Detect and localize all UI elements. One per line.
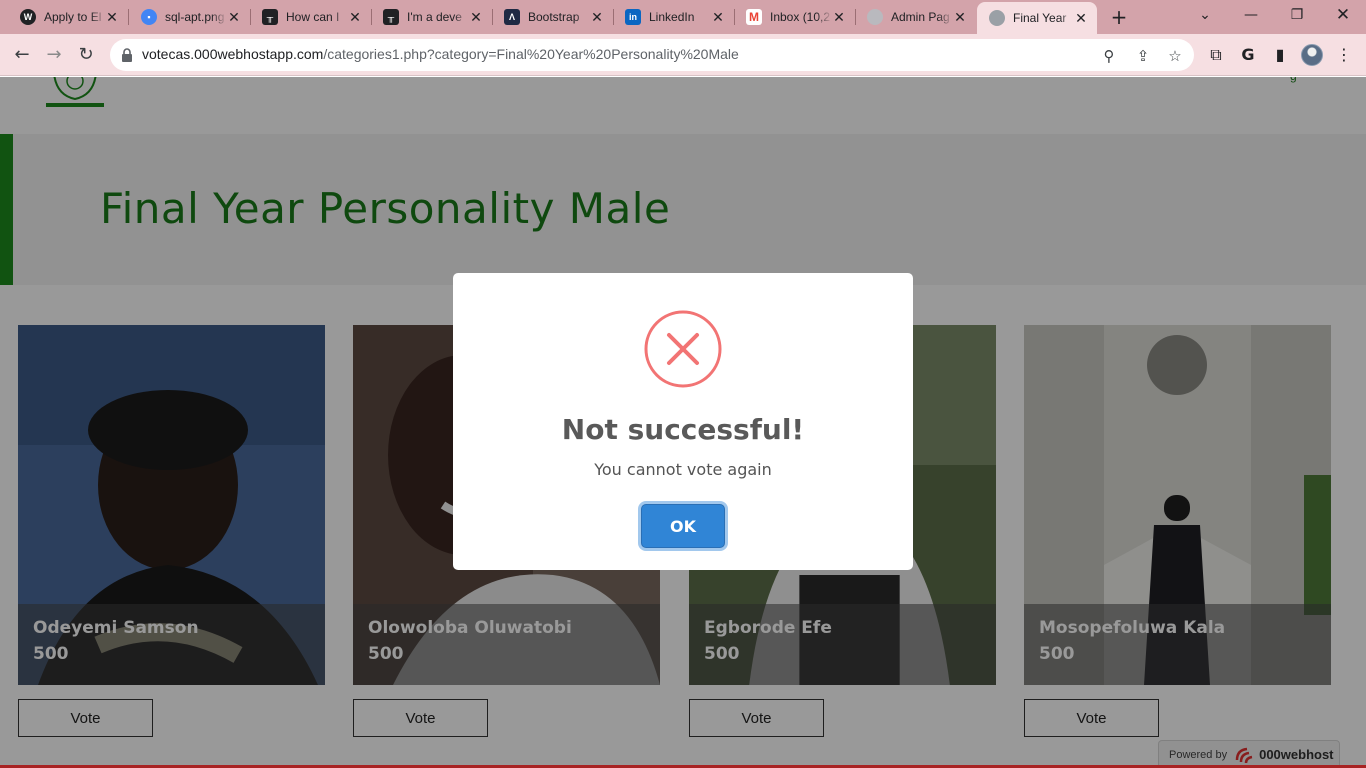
tab-title: sql-apt.png — [165, 10, 225, 24]
wordpress-icon: W — [20, 9, 36, 25]
new-tab-plus-icon[interactable]: + — [1108, 6, 1130, 28]
browser-tab[interactable]: ╥ How can I ✕ — [250, 4, 372, 30]
close-icon[interactable]: ✕ — [710, 9, 726, 25]
profile-avatar[interactable] — [1301, 44, 1323, 66]
extensions-puzzle-icon[interactable]: ⧉ — [1206, 45, 1226, 65]
bookmark-star-icon[interactable]: ☆ — [1166, 47, 1184, 65]
minimize-icon[interactable]: — — [1238, 4, 1264, 26]
tab-title: Bootstrap — [528, 10, 580, 24]
browser-tab[interactable]: Admin Pag ✕ — [855, 4, 976, 30]
browser-tab[interactable]: W Apply to El ✕ — [8, 4, 129, 30]
browser-tab[interactable]: ▪ sql-apt.png ✕ — [129, 4, 251, 30]
dialog-title: Not successful! — [561, 413, 805, 446]
tab-title: Apply to El — [44, 10, 102, 24]
bootstrap-icon: Λ — [504, 9, 520, 25]
close-icon[interactable]: ✕ — [589, 9, 605, 25]
tab-title: How can I — [286, 10, 340, 24]
reload-icon[interactable]: ↻ — [73, 42, 99, 68]
linkedin-icon: in — [625, 9, 641, 25]
browser-tab[interactable]: M Inbox (10,2 ✕ — [734, 4, 856, 30]
side-panel-icon[interactable]: ▮ — [1270, 45, 1290, 65]
page: g Final Year Personality Male Odeyemi Sa… — [0, 77, 1366, 768]
alert-dialog: Not successful! You cannot vote again OK — [453, 273, 913, 570]
globe-icon — [989, 10, 1005, 26]
image-file-icon: ▪ — [141, 9, 157, 25]
close-icon[interactable]: ✕ — [347, 9, 363, 25]
error-x-icon — [644, 310, 722, 388]
close-icon[interactable]: ✕ — [468, 9, 484, 25]
address-bar[interactable]: votecas.000webhostapp.com/categories1.ph… — [110, 39, 1194, 71]
back-arrow-icon[interactable]: ← — [9, 42, 35, 68]
dialog-message: You cannot vote again — [594, 460, 772, 479]
restore-icon[interactable]: ❐ — [1284, 4, 1310, 26]
tab-title: Final Year — [1013, 11, 1067, 25]
close-window-icon[interactable]: ✕ — [1330, 4, 1356, 26]
grammarly-g-icon[interactable]: G — [1238, 45, 1258, 65]
forward-arrow-icon[interactable]: → — [41, 42, 67, 68]
close-icon[interactable]: ✕ — [104, 9, 120, 25]
close-icon[interactable]: ✕ — [226, 9, 242, 25]
tab-title: Inbox (10,2 — [770, 10, 831, 24]
tab-search-chevron-icon[interactable]: ⌄ — [1192, 4, 1218, 26]
browser-tab-active[interactable]: Final Year ✕ — [977, 2, 1097, 34]
browser-tab[interactable]: ╥ I'm a deve ✕ — [371, 4, 493, 30]
zoom-icon[interactable]: ⚲ — [1100, 47, 1118, 65]
lock-icon — [122, 48, 132, 62]
stack-icon: ╥ — [262, 9, 278, 25]
close-icon[interactable]: ✕ — [831, 9, 847, 25]
tab-title: Admin Pag — [891, 10, 950, 24]
close-icon[interactable]: ✕ — [1073, 10, 1089, 26]
browser-toolbar: ← → ↻ votecas.000webhostapp.com/categori… — [0, 34, 1366, 76]
globe-icon — [867, 9, 883, 25]
url-text: votecas.000webhostapp.com/categories1.ph… — [142, 46, 739, 62]
share-icon[interactable]: ⇪ — [1134, 47, 1152, 65]
gmail-icon: M — [746, 9, 762, 25]
tab-title: LinkedIn — [649, 10, 695, 24]
browser-tab[interactable]: Λ Bootstrap ✕ — [492, 4, 614, 30]
close-icon[interactable]: ✕ — [952, 9, 968, 25]
tab-title: I'm a deve — [407, 10, 462, 24]
stack-icon: ╥ — [383, 9, 399, 25]
browser-tab-strip: W Apply to El ✕ ▪ sql-apt.png ✕ ╥ How ca… — [0, 0, 1366, 34]
menu-kebab-icon[interactable]: ⋮ — [1334, 45, 1354, 65]
browser-tab[interactable]: in LinkedIn ✕ — [613, 4, 735, 30]
ok-button[interactable]: OK — [641, 504, 725, 548]
